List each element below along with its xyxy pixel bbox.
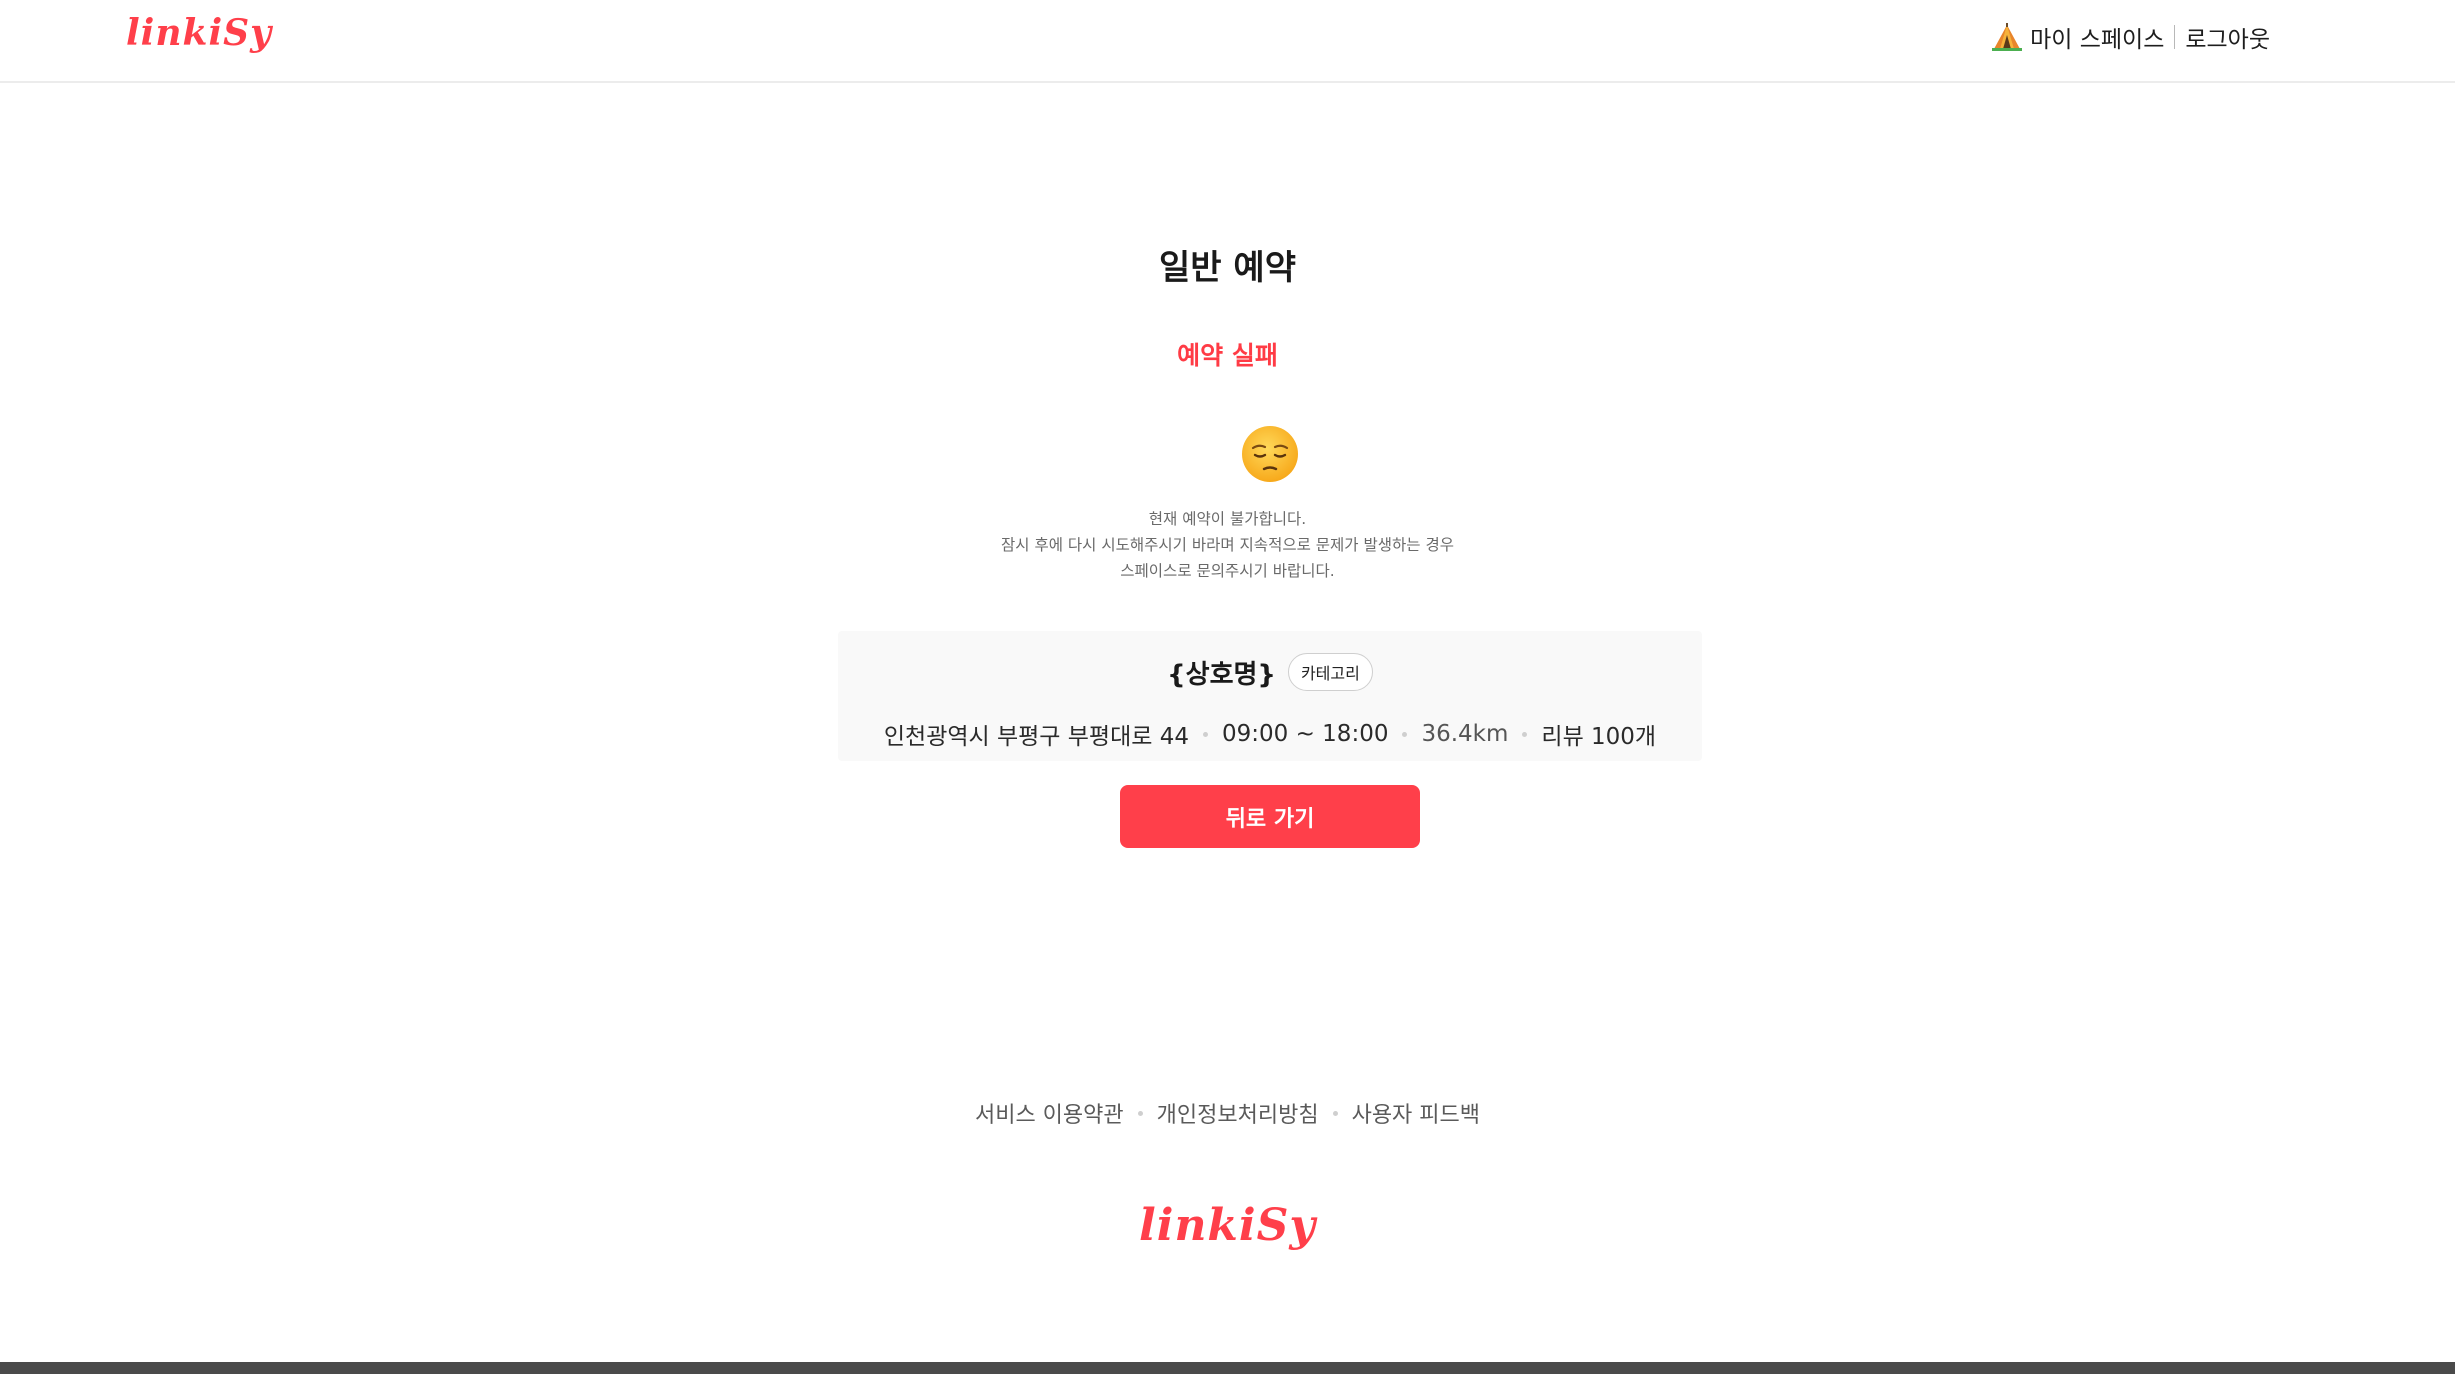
feedback-link[interactable]: 사용자 피드백: [1352, 1097, 1480, 1129]
shop-address: 인천광역시 부평구 부평대로 44: [883, 724, 1189, 750]
header: linkiSy 마이 스페이스 로그아웃: [0, 0, 2455, 83]
page-title: 일반 예약: [1159, 248, 1296, 288]
card-details: 인천광역시 부평구 부평대로 44 09:00 ~ 18:00 36.4km 리…: [838, 717, 1702, 751]
failure-message: 현재 예약이 불가합니다. 잠시 후에 다시 시도해주시기 바라며 지속적으로 …: [0, 506, 2455, 584]
pensive-face-icon: [1240, 424, 1300, 484]
shop-info-card: {상호명} 카테고리 인천광역시 부평구 부평대로 44 09:00 ~ 18:…: [838, 631, 1702, 761]
footer-links: 서비스 이용약관 개인정보처리방침 사용자 피드백: [0, 1097, 2455, 1129]
category-badge: 카테고리: [1287, 653, 1373, 691]
card-header: {상호명} 카테고리: [838, 653, 1702, 691]
footer-logo: linkiSy: [1139, 1200, 1316, 1251]
logo-link[interactable]: linkiSy: [126, 12, 272, 54]
separator-dot: [1402, 731, 1408, 737]
separator-dot: [1203, 731, 1208, 737]
separator-dot: [1332, 1110, 1338, 1116]
page: linkiSy 마이 스페이스 로그아웃 일반 예약 예약 실패 현재 예약이 …: [0, 0, 2455, 1374]
privacy-link[interactable]: 개인정보처리방침: [1157, 1097, 1319, 1129]
shop-name: {상호명}: [1167, 659, 1276, 690]
separator-dot: [1522, 731, 1528, 737]
message-line: 현재 예약이 불가합니다.: [1148, 510, 1307, 528]
back-button[interactable]: 뒤로 가기: [1120, 785, 1420, 848]
status-text: 예약 실패: [1177, 341, 1278, 370]
message-line: 스페이스로 문의주시기 바랍니다.: [1120, 562, 1335, 580]
message-line: 잠시 후에 다시 시도해주시기 바라며 지속적으로 문제가 발생하는 경우: [1001, 536, 1454, 554]
logout-link[interactable]: 로그아웃: [2185, 20, 2270, 54]
top-nav: 마이 스페이스 로그아웃: [1992, 20, 2270, 54]
bottom-bar: [0, 1362, 2455, 1374]
nav-divider: [2174, 25, 2176, 49]
terms-link[interactable]: 서비스 이용약관: [975, 1097, 1124, 1129]
review-count: 리뷰 100개: [1541, 724, 1657, 750]
my-space-link[interactable]: 마이 스페이스: [2030, 20, 2164, 54]
tent-icon: [1992, 23, 2023, 51]
shop-distance: 36.4km: [1421, 721, 1509, 747]
shop-hours: 09:00 ~ 18:00: [1222, 721, 1389, 747]
separator-dot: [1137, 1110, 1143, 1116]
